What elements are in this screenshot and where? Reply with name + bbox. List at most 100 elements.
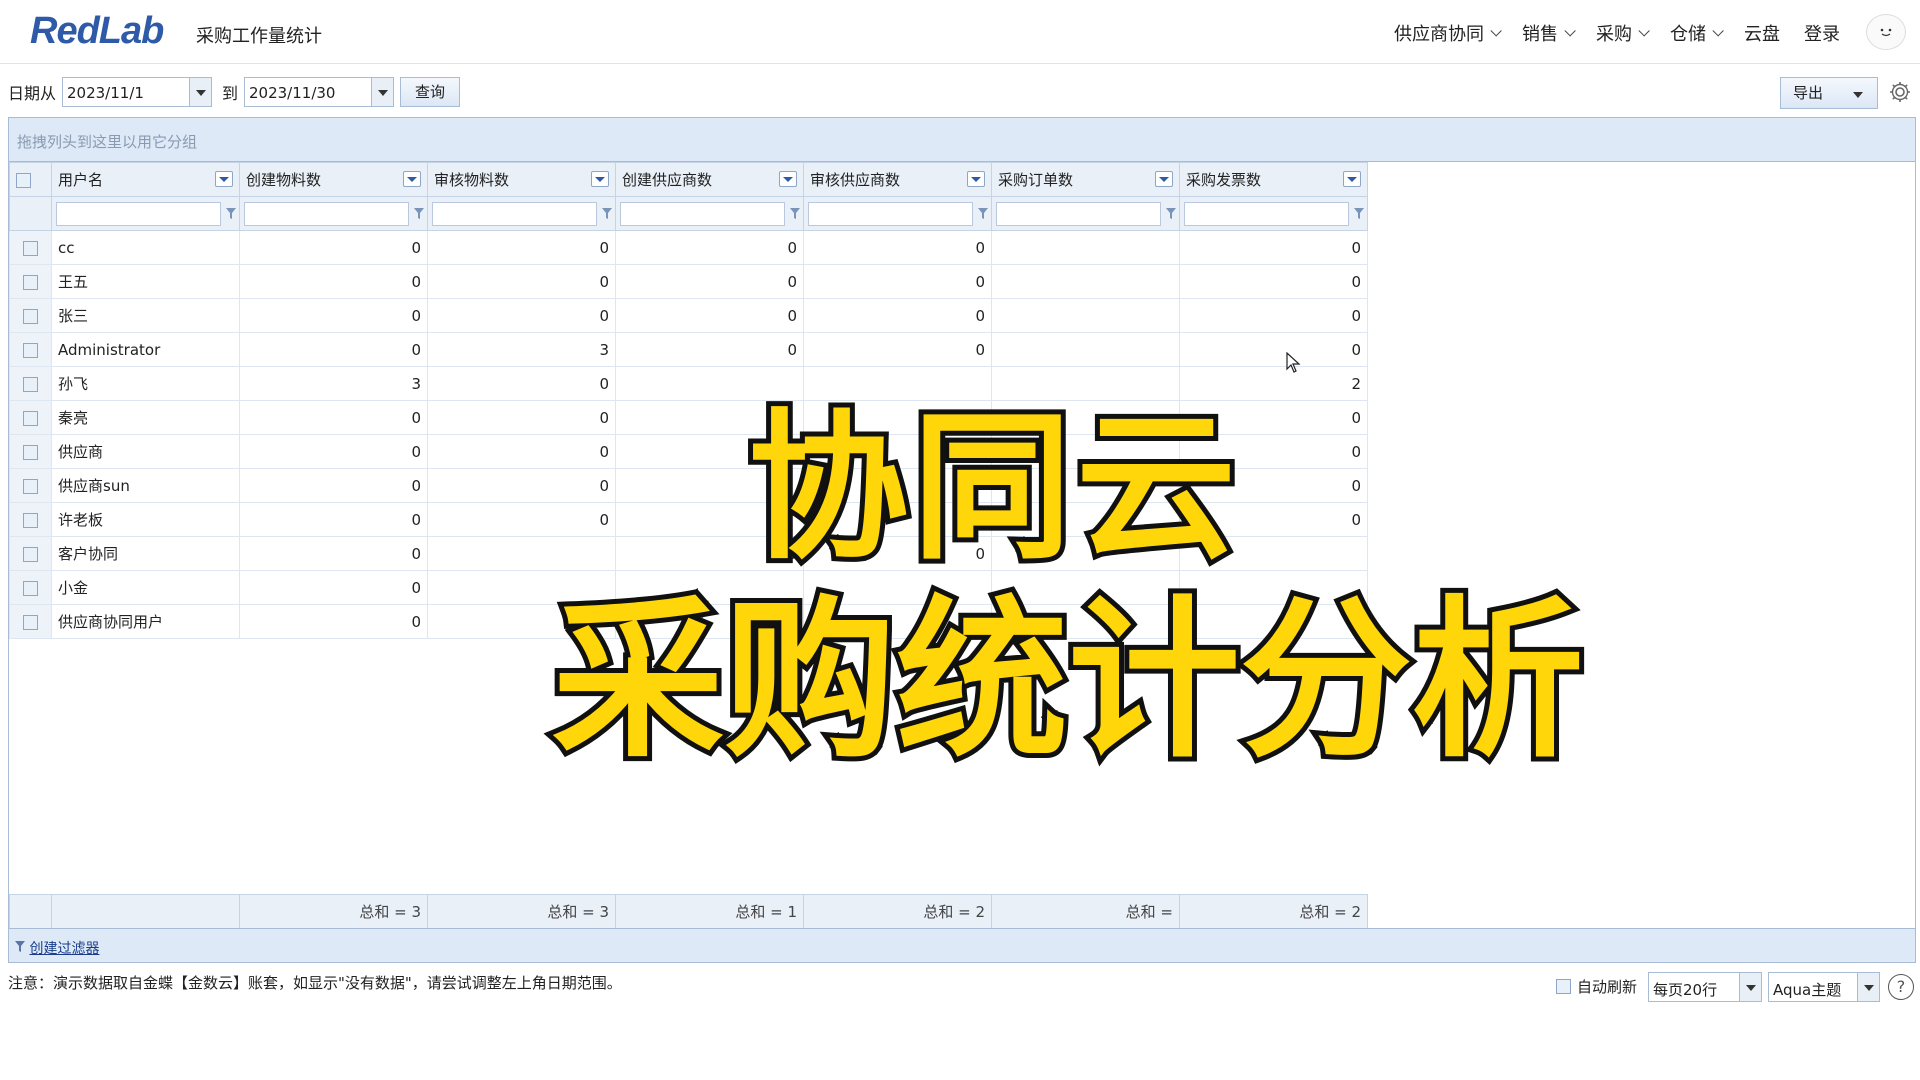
filter-icon[interactable] xyxy=(226,208,236,220)
row-select-cell[interactable] xyxy=(9,502,52,537)
cell-value: 0 xyxy=(1179,230,1368,265)
filter-icon[interactable] xyxy=(414,208,424,220)
app-logo[interactable]: RedLab xyxy=(30,10,164,53)
select-all-cell[interactable] xyxy=(9,162,52,197)
filter-icon[interactable] xyxy=(790,208,800,220)
row-checkbox[interactable] xyxy=(23,512,38,528)
date-to-picker[interactable]: 2023/11/30 xyxy=(244,77,394,107)
table-row[interactable]: 王五 0 0 0 0 0 xyxy=(9,264,1368,299)
col-header-reviewed-materials[interactable]: 审核物料数 xyxy=(427,162,616,197)
row-select-cell[interactable] xyxy=(9,264,52,299)
filter-input[interactable] xyxy=(620,201,785,226)
row-select-cell[interactable] xyxy=(9,468,52,503)
column-menu-icon[interactable] xyxy=(591,171,609,187)
row-checkbox[interactable] xyxy=(23,308,38,324)
col-header-created-materials[interactable]: 创建物料数 xyxy=(239,162,428,197)
auto-refresh-toggle[interactable]: 自动刷新 xyxy=(1556,976,1637,997)
summary-cell: 总和 = 3 xyxy=(427,894,616,929)
cell-value: 0 xyxy=(803,264,992,299)
filter-icon[interactable] xyxy=(1166,208,1176,220)
cell-username: Administrator xyxy=(51,332,240,367)
nav-label: 销售 xyxy=(1522,24,1558,45)
dropdown-arrow-icon[interactable] xyxy=(189,78,211,106)
dropdown-arrow-icon[interactable] xyxy=(1739,973,1761,1001)
mouse-cursor-icon xyxy=(1286,352,1301,373)
row-checkbox[interactable] xyxy=(23,376,38,392)
filter-input[interactable] xyxy=(432,201,597,226)
col-header-username[interactable]: 用户名 xyxy=(51,162,240,197)
filter-cell xyxy=(427,196,616,231)
row-checkbox[interactable] xyxy=(23,240,38,256)
dropdown-arrow-icon[interactable] xyxy=(371,78,393,106)
row-checkbox[interactable] xyxy=(23,410,38,426)
col-header-purchase-orders[interactable]: 采购订单数 xyxy=(991,162,1180,197)
row-select-cell[interactable] xyxy=(9,230,52,265)
nav-item-purchase[interactable]: 采购 xyxy=(1596,20,1650,46)
row-checkbox[interactable] xyxy=(23,274,38,290)
cell-value: 0 xyxy=(427,230,616,265)
column-menu-icon[interactable] xyxy=(967,171,985,187)
row-select-cell[interactable] xyxy=(9,366,52,401)
column-menu-icon[interactable] xyxy=(403,171,421,187)
dropdown-arrow-icon[interactable] xyxy=(1857,973,1879,1001)
table-row[interactable]: cc 0 0 0 0 0 xyxy=(9,230,1368,265)
row-select-cell[interactable] xyxy=(9,332,52,367)
filter-input[interactable] xyxy=(1184,201,1349,226)
cell-value xyxy=(991,298,1180,333)
filter-icon[interactable] xyxy=(602,208,612,220)
row-select-cell[interactable] xyxy=(9,536,52,571)
dropdown-arrow-icon[interactable] xyxy=(1851,80,1867,106)
row-select-cell[interactable] xyxy=(9,570,52,605)
row-checkbox[interactable] xyxy=(23,546,38,562)
row-select-cell[interactable] xyxy=(9,434,52,469)
column-menu-icon[interactable] xyxy=(215,171,233,187)
create-filter-link[interactable]: 创建过滤器 xyxy=(29,941,99,957)
page-size-select[interactable]: 每页20行 xyxy=(1648,972,1762,1002)
nav-item-sales[interactable]: 销售 xyxy=(1522,20,1576,46)
row-checkbox[interactable] xyxy=(23,614,38,630)
filter-input[interactable] xyxy=(56,201,221,226)
row-checkbox[interactable] xyxy=(23,444,38,460)
nav-item-supplier-collab[interactable]: 供应商协同 xyxy=(1394,20,1502,46)
row-select-cell[interactable] xyxy=(9,604,52,639)
select-all-checkbox[interactable] xyxy=(16,172,31,188)
table-row[interactable]: 张三 0 0 0 0 0 xyxy=(9,298,1368,333)
help-icon[interactable]: ? xyxy=(1888,974,1914,1000)
gear-icon[interactable] xyxy=(1888,80,1912,104)
nav-item-warehouse[interactable]: 仓储 xyxy=(1670,20,1724,46)
row-checkbox[interactable] xyxy=(23,580,38,596)
export-button[interactable]: 导出 xyxy=(1780,77,1878,109)
row-checkbox[interactable] xyxy=(23,478,38,494)
row-select-cell[interactable] xyxy=(9,400,52,435)
column-menu-icon[interactable] xyxy=(1155,171,1173,187)
nav-item-cloud-drive[interactable]: 云盘 xyxy=(1744,20,1780,46)
cell-value: 3 xyxy=(427,332,616,367)
nav-item-login[interactable]: 登录 xyxy=(1804,20,1840,46)
filter-input[interactable] xyxy=(244,201,409,226)
cell-username: 张三 xyxy=(51,298,240,333)
row-select-cell[interactable] xyxy=(9,298,52,333)
column-menu-icon[interactable] xyxy=(779,171,797,187)
cell-value: 0 xyxy=(427,264,616,299)
filter-input[interactable] xyxy=(808,201,973,226)
column-menu-icon[interactable] xyxy=(1343,171,1361,187)
filter-input[interactable] xyxy=(996,201,1161,226)
page-title: 采购工作量统计 xyxy=(196,26,322,47)
auto-refresh-checkbox[interactable] xyxy=(1556,979,1571,994)
col-header-reviewed-suppliers[interactable]: 审核供应商数 xyxy=(803,162,992,197)
date-from-picker[interactable]: 2023/11/1 xyxy=(62,77,212,107)
theme-select[interactable]: Aqua主题 xyxy=(1768,972,1880,1002)
query-button[interactable]: 查询 xyxy=(400,77,460,107)
group-by-panel[interactable]: 拖拽列头到这里以用它分组 xyxy=(9,118,1915,162)
face-icon xyxy=(1880,28,1892,37)
cell-username: cc xyxy=(51,230,240,265)
chevron-down-icon xyxy=(1564,25,1576,37)
col-header-purchase-invoices[interactable]: 采购发票数 xyxy=(1179,162,1368,197)
cell-value: 0 xyxy=(239,468,428,503)
col-header-created-suppliers[interactable]: 创建供应商数 xyxy=(615,162,804,197)
filter-icon[interactable] xyxy=(1354,208,1364,220)
avatar[interactable] xyxy=(1866,14,1906,50)
cell-username: 秦亮 xyxy=(51,400,240,435)
filter-icon[interactable] xyxy=(978,208,988,220)
row-checkbox[interactable] xyxy=(23,342,38,358)
